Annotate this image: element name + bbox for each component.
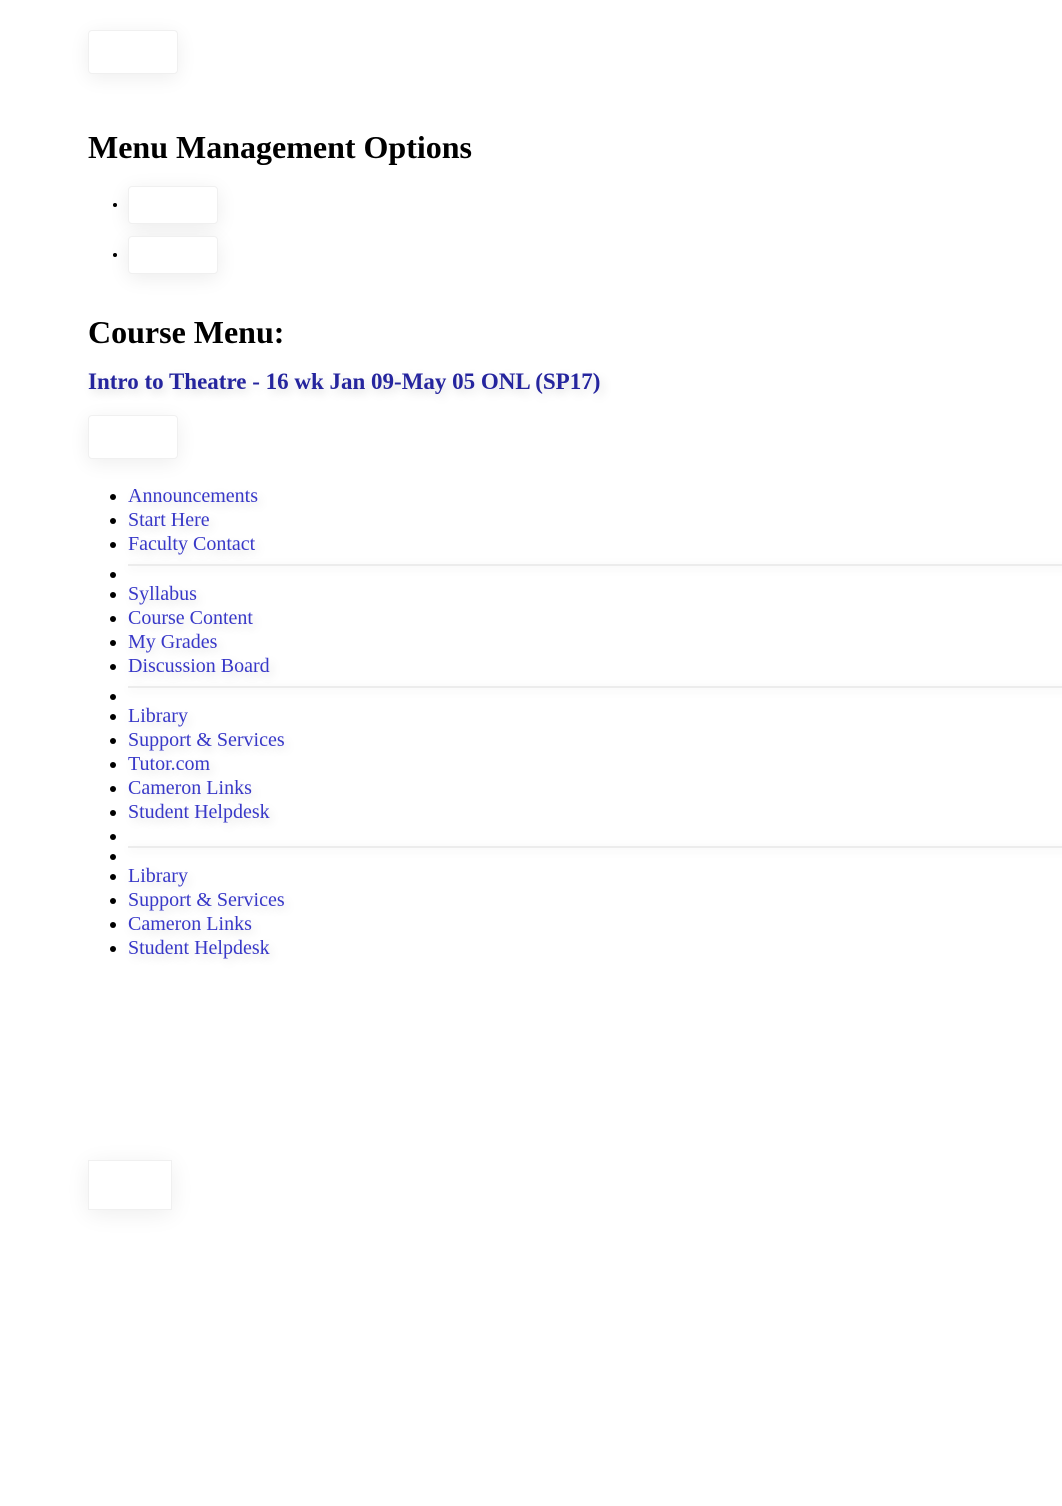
divider-line: [128, 686, 1062, 688]
divider-line: [128, 846, 1062, 848]
nav-faculty-contact[interactable]: Faculty Contact: [128, 533, 255, 555]
nav-item: Tutor.com: [128, 752, 974, 776]
nav-divider: [128, 562, 974, 570]
menu-mgmt-item-1: [128, 186, 974, 224]
course-title: Intro to Theatre - 16 wk Jan 09-May 05 O…: [88, 369, 974, 395]
nav-divider: [128, 844, 974, 852]
nav-my-grades[interactable]: My Grades: [128, 631, 217, 653]
nav-item: Library: [128, 704, 974, 728]
nav-support-services-2[interactable]: Support & Services: [128, 889, 285, 911]
nav-tutor-com[interactable]: Tutor.com: [128, 753, 210, 775]
nav-item: Faculty Contact: [128, 532, 974, 556]
course-menu-heading: Course Menu:: [88, 314, 974, 351]
menu-mgmt-button-2[interactable]: [128, 236, 218, 274]
nav-student-helpdesk-2[interactable]: Student Helpdesk: [128, 937, 270, 959]
nav-announcements[interactable]: Announcements: [128, 485, 258, 507]
menu-management-heading: Menu Management Options: [88, 129, 974, 166]
nav-item: Cameron Links: [128, 912, 974, 936]
nav-item: Student Helpdesk: [128, 936, 974, 960]
nav-course-content[interactable]: Course Content: [128, 607, 253, 629]
nav-cameron-links-2[interactable]: Cameron Links: [128, 913, 252, 935]
course-ghost-button[interactable]: [88, 415, 178, 459]
nav-discussion-board[interactable]: Discussion Board: [128, 655, 270, 677]
nav-blank: [128, 824, 974, 838]
divider-line: [128, 564, 1062, 566]
nav-start-here[interactable]: Start Here: [128, 509, 210, 531]
nav-divider: [128, 684, 974, 692]
nav-item: Student Helpdesk: [128, 800, 974, 824]
nav-item: Start Here: [128, 508, 974, 532]
nav-item: Syllabus: [128, 582, 974, 606]
bottom-ghost-button[interactable]: [88, 1160, 172, 1210]
nav-support-services[interactable]: Support & Services: [128, 729, 285, 751]
menu-mgmt-button-1[interactable]: [128, 186, 218, 224]
course-title-link[interactable]: Intro to Theatre - 16 wk Jan 09-May 05 O…: [88, 369, 600, 394]
nav-item: Support & Services: [128, 728, 974, 752]
nav-library[interactable]: Library: [128, 705, 188, 727]
nav-item: Support & Services: [128, 888, 974, 912]
nav-syllabus[interactable]: Syllabus: [128, 583, 197, 605]
nav-item: Announcements: [128, 484, 974, 508]
nav-item: My Grades: [128, 630, 974, 654]
top-ghost-button[interactable]: [88, 30, 178, 74]
course-nav-list: Announcements Start Here Faculty Contact…: [88, 484, 974, 960]
nav-item: Discussion Board: [128, 654, 974, 678]
nav-item: Library: [128, 864, 974, 888]
nav-cameron-links[interactable]: Cameron Links: [128, 777, 252, 799]
nav-student-helpdesk[interactable]: Student Helpdesk: [128, 801, 270, 823]
nav-item: Cameron Links: [128, 776, 974, 800]
menu-mgmt-item-2: [128, 236, 974, 274]
nav-item: Course Content: [128, 606, 974, 630]
nav-library-2[interactable]: Library: [128, 865, 188, 887]
menu-management-list: [88, 186, 974, 274]
